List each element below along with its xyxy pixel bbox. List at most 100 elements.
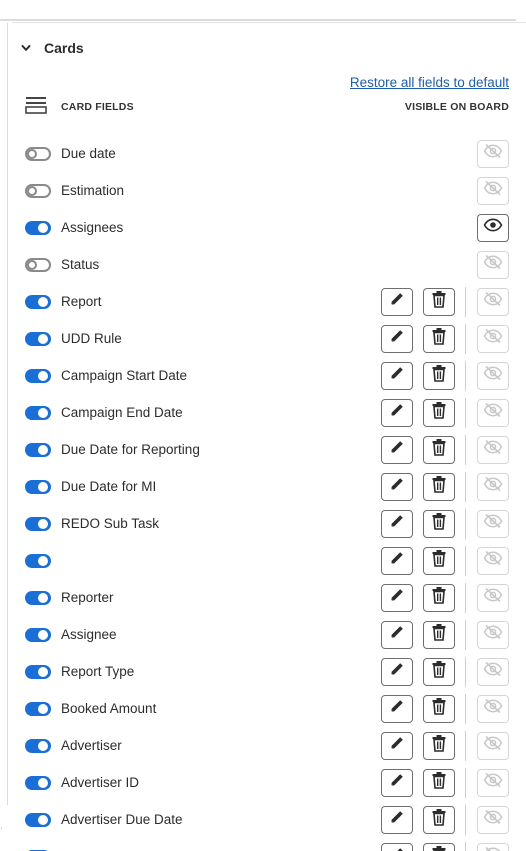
resize-grip: · bbox=[0, 824, 3, 833]
visibility-toggle-button[interactable] bbox=[477, 139, 509, 168]
field-toggle[interactable] bbox=[25, 442, 51, 457]
eye-off-icon bbox=[483, 143, 503, 164]
visibility-toggle-button[interactable] bbox=[477, 176, 509, 205]
visibility-toggle-button[interactable] bbox=[477, 509, 509, 538]
button-divider bbox=[465, 730, 466, 761]
field-toggle[interactable] bbox=[25, 627, 51, 642]
field-row: Due date bbox=[8, 135, 526, 172]
pencil-icon bbox=[388, 845, 406, 851]
visibility-toggle-button[interactable] bbox=[477, 805, 509, 834]
pencil-icon bbox=[388, 586, 406, 609]
field-toggle[interactable] bbox=[25, 664, 51, 679]
field-row bbox=[8, 838, 526, 851]
edit-field-button[interactable] bbox=[381, 509, 413, 538]
field-toggle[interactable] bbox=[25, 368, 51, 383]
edit-field-button[interactable] bbox=[381, 805, 413, 834]
trash-icon bbox=[431, 364, 447, 387]
card-layout-icon bbox=[25, 96, 47, 119]
delete-field-button[interactable] bbox=[423, 657, 455, 686]
field-row: Assignee bbox=[8, 616, 526, 653]
visibility-toggle-button[interactable] bbox=[477, 694, 509, 723]
delete-field-button[interactable] bbox=[423, 842, 455, 851]
visibility-toggle-button[interactable] bbox=[477, 731, 509, 760]
edit-field-button[interactable] bbox=[381, 472, 413, 501]
delete-field-button[interactable] bbox=[423, 731, 455, 760]
field-toggle[interactable] bbox=[25, 553, 51, 568]
field-toggle[interactable] bbox=[25, 701, 51, 716]
field-toggle[interactable] bbox=[25, 146, 51, 161]
field-toggle[interactable] bbox=[25, 516, 51, 531]
field-toggle[interactable] bbox=[25, 405, 51, 420]
edit-field-button[interactable] bbox=[381, 768, 413, 797]
visibility-toggle-button[interactable] bbox=[477, 768, 509, 797]
field-toggle[interactable] bbox=[25, 183, 51, 198]
edit-field-button[interactable] bbox=[381, 694, 413, 723]
edit-field-button[interactable] bbox=[381, 287, 413, 316]
visibility-toggle-button[interactable] bbox=[477, 583, 509, 612]
field-row: REDO Sub Task bbox=[8, 505, 526, 542]
field-toggle[interactable] bbox=[25, 294, 51, 309]
card-fields-label: CARD FIELDS bbox=[61, 101, 134, 113]
pencil-icon bbox=[388, 549, 406, 572]
field-toggle[interactable] bbox=[25, 479, 51, 494]
visibility-toggle-button[interactable] bbox=[477, 842, 509, 851]
field-row: Campaign End Date bbox=[8, 394, 526, 431]
field-toggle[interactable] bbox=[25, 738, 51, 753]
delete-field-button[interactable] bbox=[423, 435, 455, 464]
visibility-toggle-button[interactable] bbox=[477, 287, 509, 316]
delete-field-button[interactable] bbox=[423, 620, 455, 649]
button-divider bbox=[465, 323, 466, 354]
edit-field-button[interactable] bbox=[381, 435, 413, 464]
delete-field-button[interactable] bbox=[423, 361, 455, 390]
field-row: Estimation bbox=[8, 172, 526, 209]
restore-defaults-link[interactable]: Restore all fields to default bbox=[350, 75, 509, 90]
edit-field-button[interactable] bbox=[381, 546, 413, 575]
field-toggle[interactable] bbox=[25, 331, 51, 346]
button-divider bbox=[465, 804, 466, 835]
visibility-toggle-button[interactable] bbox=[477, 620, 509, 649]
field-toggle[interactable] bbox=[25, 775, 51, 790]
edit-field-button[interactable] bbox=[381, 620, 413, 649]
visibility-toggle-button[interactable] bbox=[477, 213, 509, 242]
cards-section-header[interactable]: Cards bbox=[8, 33, 84, 63]
eye-off-icon bbox=[483, 439, 503, 460]
delete-field-button[interactable] bbox=[423, 472, 455, 501]
delete-field-button[interactable] bbox=[423, 398, 455, 427]
delete-field-button[interactable] bbox=[423, 805, 455, 834]
edit-field-button[interactable] bbox=[381, 583, 413, 612]
delete-field-button[interactable] bbox=[423, 583, 455, 612]
pencil-icon bbox=[388, 327, 406, 350]
edit-field-button[interactable] bbox=[381, 324, 413, 353]
delete-field-button[interactable] bbox=[423, 287, 455, 316]
visibility-toggle-button[interactable] bbox=[477, 435, 509, 464]
visibility-toggle-button[interactable] bbox=[477, 250, 509, 279]
visibility-toggle-button[interactable] bbox=[477, 398, 509, 427]
delete-field-button[interactable] bbox=[423, 509, 455, 538]
cards-settings-panel: Cards Restore all fields to default CARD… bbox=[8, 23, 526, 851]
field-label: Assignee bbox=[61, 627, 117, 642]
button-divider bbox=[465, 619, 466, 650]
visibility-toggle-button[interactable] bbox=[477, 546, 509, 575]
field-toggle[interactable] bbox=[25, 257, 51, 272]
visibility-toggle-button[interactable] bbox=[477, 324, 509, 353]
field-toggle[interactable] bbox=[25, 812, 51, 827]
edit-field-button[interactable] bbox=[381, 657, 413, 686]
edit-field-button[interactable] bbox=[381, 731, 413, 760]
delete-field-button[interactable] bbox=[423, 694, 455, 723]
visibility-toggle-button[interactable] bbox=[477, 361, 509, 390]
field-toggle[interactable] bbox=[25, 220, 51, 235]
visibility-toggle-button[interactable] bbox=[477, 472, 509, 501]
edit-field-button[interactable] bbox=[381, 398, 413, 427]
trash-icon bbox=[431, 734, 447, 757]
edit-field-button[interactable] bbox=[381, 361, 413, 390]
delete-field-button[interactable] bbox=[423, 324, 455, 353]
field-toggle[interactable] bbox=[25, 590, 51, 605]
delete-field-button[interactable] bbox=[423, 546, 455, 575]
field-label: Due Date for Reporting bbox=[61, 442, 200, 457]
field-label: Advertiser Due Date bbox=[61, 812, 183, 827]
pencil-icon bbox=[388, 290, 406, 313]
delete-field-button[interactable] bbox=[423, 768, 455, 797]
visibility-toggle-button[interactable] bbox=[477, 657, 509, 686]
edit-field-button[interactable] bbox=[381, 842, 413, 851]
field-label: REDO Sub Task bbox=[61, 516, 160, 531]
